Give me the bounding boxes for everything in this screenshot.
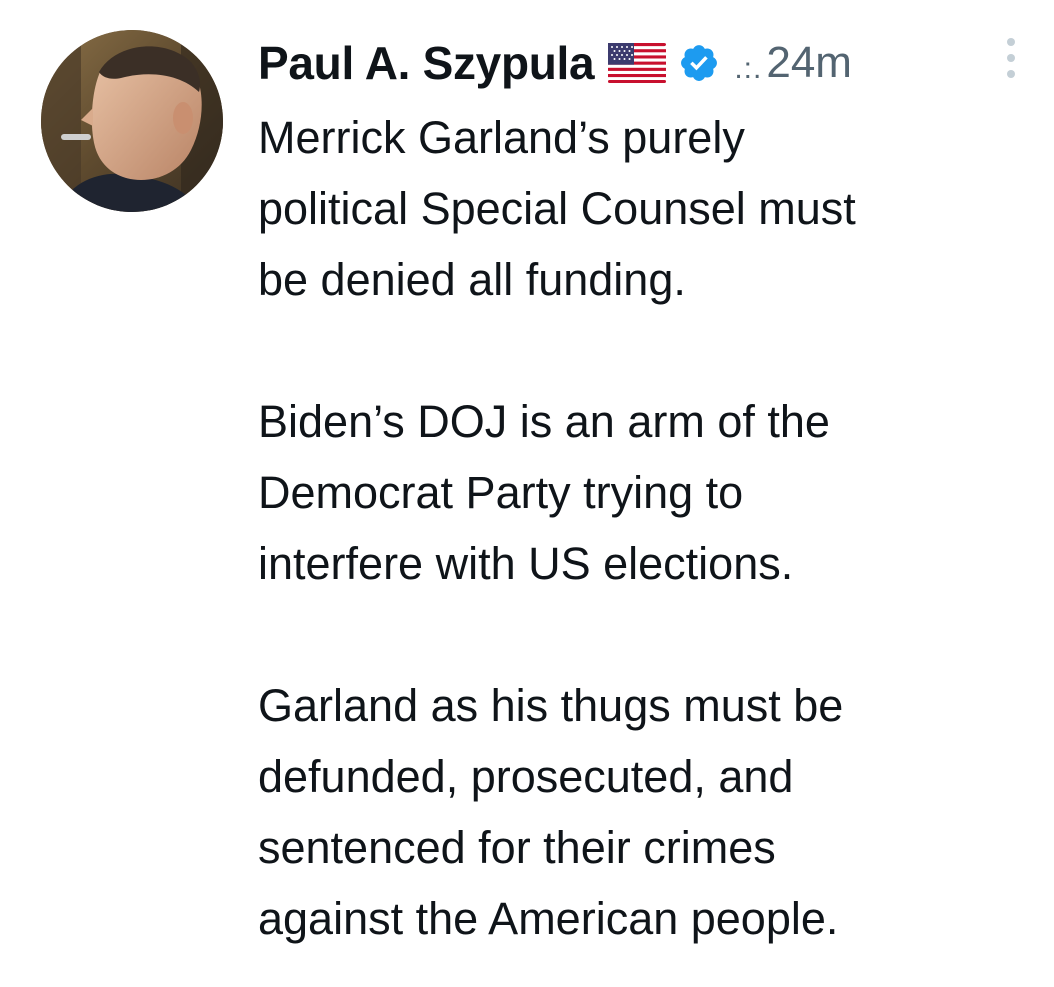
tweet-paragraph-1: Merrick Garland’s purely political Speci…	[258, 112, 856, 305]
us-flag-icon	[608, 43, 667, 83]
avatar[interactable]	[41, 30, 223, 212]
more-vertical-icon[interactable]	[1002, 36, 1020, 80]
author-name[interactable]: Paul A. Szypula	[258, 36, 595, 90]
header-separator: .:.	[734, 52, 763, 85]
profile-photo	[41, 30, 223, 212]
verified-badge-icon	[678, 42, 720, 84]
tweet-paragraph-3: Garland as his thugs must be defunded, p…	[258, 680, 844, 944]
timestamp[interactable]: 24m	[766, 38, 852, 88]
tweet-paragraph-2: Biden’s DOJ is an arm of the Democrat Pa…	[258, 396, 830, 589]
tweet[interactable]: Paul A. Szypula .:. 24m Merrick Garland’…	[0, 0, 1054, 987]
tweet-text: Merrick Garland’s purely political Speci…	[258, 102, 1018, 954]
tweet-header: Paul A. Szypula .:. 24m	[258, 30, 852, 96]
